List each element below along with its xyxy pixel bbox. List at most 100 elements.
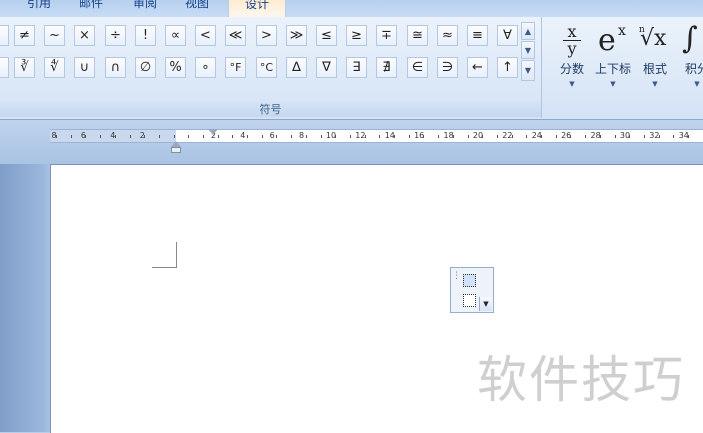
symbol-button[interactable]: ↑ [497,57,518,78]
ruler-minor-tick [335,135,336,138]
symbols-group-label: 符号 [0,101,541,117]
fraction-icon: x y [551,21,593,59]
symbol-button[interactable]: > [256,25,277,46]
symbol-button[interactable]: ≈ [437,25,458,46]
watermark: 软件技巧 [477,351,685,409]
ruler-minor-tick [409,135,410,138]
symbol-button[interactable]: ∘ [195,57,216,78]
ruler-minor-tick [644,135,645,138]
symbol-button[interactable]: ÷ [105,25,126,46]
fraction-label: 分数 [559,62,584,76]
ruler-minor-tick [556,135,557,138]
symbol-button[interactable]: ∇ [316,57,337,78]
symbol-button[interactable]: ≡ [467,25,488,46]
symbols-scroll-down-button[interactable]: ▼ [521,41,535,59]
ruler-tick-label: 6 [269,131,275,140]
symbol-button[interactable]: ≪ [225,25,246,46]
symbol-button[interactable]: ∝ [165,25,186,46]
ruler-minor-tick [291,135,292,138]
symbol-button[interactable]: ≫ [286,25,307,46]
symbol-button[interactable]: °C [256,57,277,78]
ruler-minor-tick [262,135,263,138]
ruler-minor-tick [659,135,660,138]
radical-button[interactable]: n √x 根式 ▼ [634,21,676,91]
symbol-button[interactable]: ∜ [44,57,65,78]
fraction-button[interactable]: x y 分数 ▼ [551,21,593,91]
ruler-minor-tick [394,135,395,138]
script-button[interactable]: e x 上下标 ▼ [592,21,634,91]
tab-mailings[interactable]: 邮件 [74,0,108,16]
placeholder-slot-top[interactable] [463,274,476,287]
ruler-minor-tick [526,135,527,138]
chevron-down-icon: ▼ [610,80,616,88]
symbol-button[interactable]: ∓ [376,25,397,46]
chevron-down-icon: ▼ [569,80,575,88]
ruler-minor-tick [276,135,277,138]
first-line-indent-marker[interactable] [208,129,218,135]
left-indent-marker[interactable] [171,147,181,153]
symbols-scroll-up-button[interactable]: ▲ [521,22,535,40]
integral-label: 积分 [684,62,703,76]
symbol-button[interactable]: < [195,25,216,46]
ruler-minor-tick [218,135,219,138]
document-page[interactable]: ⋮ ▼ 软件技巧 [50,164,703,433]
symbol-button[interactable]: ∃ [346,57,367,78]
symbol-button[interactable]: ≤ [316,25,337,46]
symbol-button[interactable]: ≠ [14,25,35,46]
ruler-minor-tick [188,135,189,138]
tab-review[interactable]: 审阅 [128,0,162,16]
equation-options-dropdown[interactable]: ▼ [479,297,492,311]
ruler-minor-tick [306,135,307,138]
symbol-button-clipped[interactable] [0,57,9,78]
ruler-minor-tick [673,135,674,138]
ruler-minor-tick [144,135,145,138]
symbol-button[interactable]: ∪ [74,57,95,78]
integral-icon: ∫ [682,21,698,56]
symbol-button[interactable]: ≥ [346,25,367,46]
symbol-button[interactable]: °F [225,57,246,78]
ruler-minor-tick [71,135,72,138]
integral-button[interactable]: ∫ 积分 ▼ [676,21,703,91]
symbol-button[interactable]: % [165,57,186,78]
ruler-minor-tick [379,135,380,138]
ruler-minor-tick [350,135,351,138]
ruler-minor-tick [497,135,498,138]
drag-handle-icon[interactable]: ⋮ [452,270,461,282]
symbol-button[interactable]: ! [135,25,156,46]
symbol-button[interactable]: ∀ [497,25,518,46]
symbol-button[interactable]: ~ [44,25,65,46]
symbol-button[interactable]: ∋ [437,57,458,78]
ruler-minor-tick [115,135,116,138]
ruler-minor-tick [570,135,571,138]
tab-references[interactable]: 引用 [22,0,56,16]
superscript-icon: e x [598,23,626,58]
symbol-button[interactable]: ∈ [407,57,428,78]
ruler-minor-tick [585,135,586,138]
ruler-minor-tick [56,135,57,138]
symbol-button[interactable]: ∄ [376,57,397,78]
horizontal-ruler[interactable]: 8 6 4 2 2 4 6 8 10 12 14 16 18 20 22 24 26 28 30 32 34 [50,129,703,143]
ribbon-tab-strip: 引用 邮件 审阅 视图 设计 [0,0,703,17]
tab-design[interactable]: 设计 [228,0,286,17]
script-label: 上下标 [594,62,631,76]
symbol-button[interactable]: ← [467,57,488,78]
symbol-button[interactable]: × [74,25,95,46]
placeholder-slot-bottom[interactable] [463,294,476,307]
symbol-button[interactable]: ∩ [105,57,126,78]
ruler-minor-tick [438,135,439,138]
ruler-minor-tick [600,135,601,138]
symbol-button[interactable]: ∅ [135,57,156,78]
ruler-minor-tick [130,135,131,138]
symbol-button[interactable]: ∛ [14,57,35,78]
equation-placeholder[interactable]: ⋮ ▼ [450,267,494,313]
symbol-button-clipped[interactable] [0,25,9,46]
symbol-button[interactable]: ≅ [407,25,428,46]
radical-icon: n √x [639,25,667,51]
ruler-minor-tick [423,135,424,138]
symbols-more-button[interactable]: ▼ [521,60,535,81]
symbol-button[interactable]: ∆ [286,57,307,78]
tab-view[interactable]: 视图 [180,0,214,16]
radical-label: 根式 [642,62,667,76]
ruler-minor-tick [688,135,689,138]
ruler-minor-tick [203,135,204,138]
